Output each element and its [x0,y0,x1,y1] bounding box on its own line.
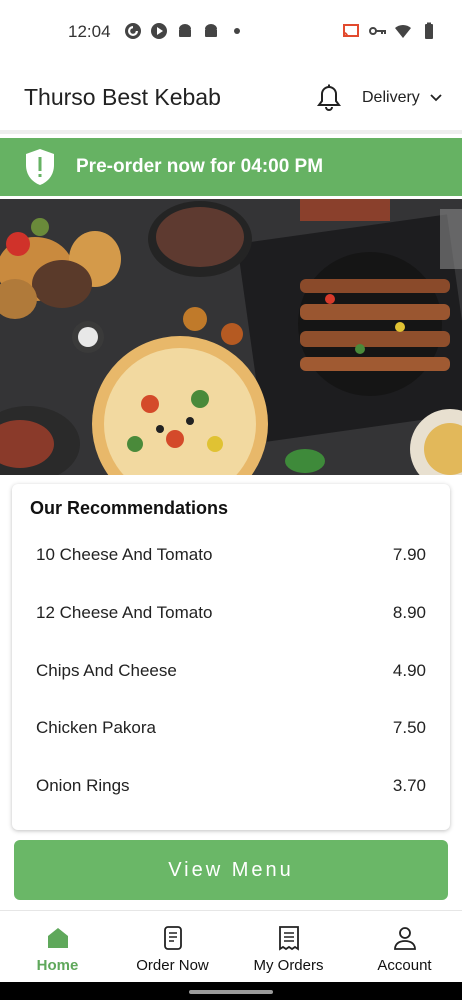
battery-icon [425,22,433,39]
receipt-icon [278,926,299,951]
app-header: Thurso Best Kebab Delivery [0,64,462,130]
item-name: Chicken Pakora [36,718,157,737]
recommendations-title: Our Recommendations [30,498,229,518]
nav-order-now-label: Order Now [136,957,209,974]
cast-icon [343,24,359,37]
chevron-down-icon [430,94,442,102]
delivery-label: Delivery [362,89,420,106]
delivery-selector[interactable]: Delivery [362,89,442,107]
recommendations-card: Our Recommendations 10 Cheese And Tomato… [12,484,450,830]
list-item[interactable]: Chicken Pakora 7.50 [12,699,450,757]
item-price: 7.90 [392,545,426,564]
list-item[interactable]: 10 Cheese And Tomato 7.90 [12,526,450,584]
wifi-icon [395,24,411,38]
nav-account[interactable]: Account [347,925,462,974]
nav-account-label: Account [377,957,432,974]
item-name: 10 Cheese And Tomato [36,545,213,564]
list-item[interactable]: Chips And Cheese 4.90 [12,642,450,700]
key-icon [369,27,386,35]
item-name: Chips And Cheese [36,661,177,680]
item-price: 4.90 [392,661,426,680]
item-name: Onion Rings [36,776,130,795]
item-price: 7.50 [392,718,426,737]
nav-home-label: Home [36,957,79,974]
nav-order-now[interactable]: Order Now [115,925,230,974]
status-bar: 12:04 [0,0,462,64]
status-right-icons [342,22,438,40]
list-item[interactable]: Onion Rings 3.70 [12,757,450,815]
preorder-text: Pre-order now for 04:00 PM [76,156,324,177]
status-time: 12:04 [68,22,111,41]
home-icon [47,928,68,948]
view-menu-button[interactable]: View Menu [14,840,448,900]
pocket-casts-icon [125,23,141,39]
account-icon [393,927,416,950]
shield-alert-icon [26,149,54,185]
order-now-icon [163,926,182,950]
nav-my-orders-label: My Orders [253,957,324,974]
header-divider [0,130,462,134]
dot-icon [234,28,240,34]
item-price: 3.70 [392,776,426,795]
gesture-handle[interactable] [189,990,273,994]
nav-my-orders[interactable]: My Orders [231,925,346,974]
status-left-icons [124,22,246,40]
preorder-banner: Pre-order now for 04:00 PM [0,138,462,196]
android-icon [179,24,191,37]
bottom-nav: Home Order Now My Orders Account [0,910,462,982]
item-price: 8.90 [392,603,426,622]
android-icon [205,24,217,37]
list-item[interactable]: 12 Cheese And Tomato 8.90 [12,584,450,642]
item-name: 12 Cheese And Tomato [36,603,213,622]
app-title: Thurso Best Kebab [24,84,221,110]
media-icon [151,23,167,39]
nav-home[interactable]: Home [0,925,115,974]
hero-food-image [0,199,462,475]
bell-icon[interactable] [316,84,342,112]
gesture-bar [0,982,462,1000]
